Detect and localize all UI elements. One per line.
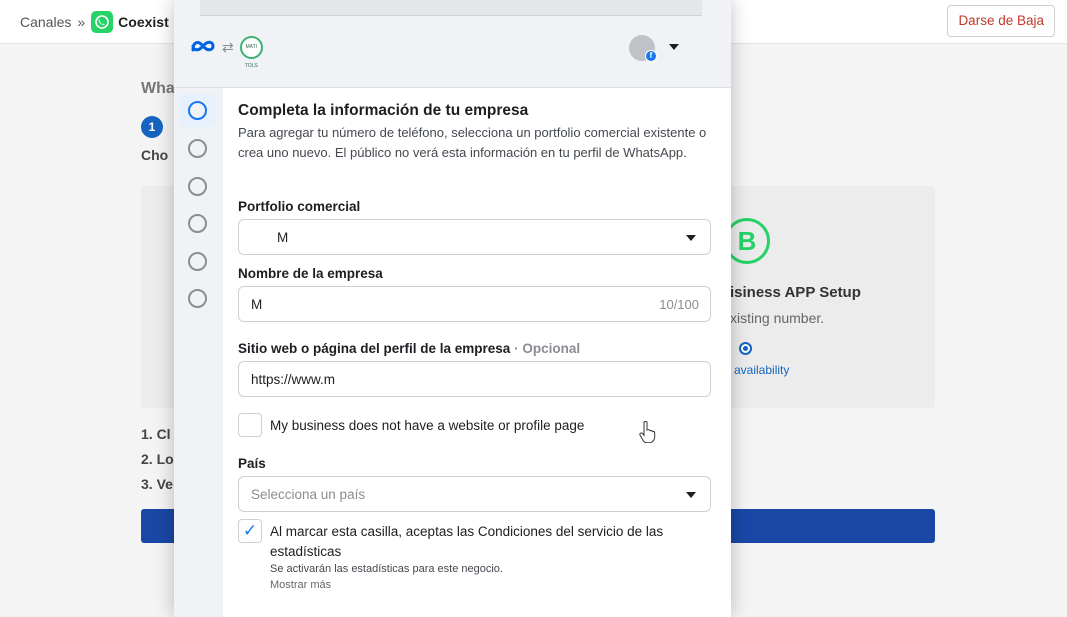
form-description: Para agregar tu número de teléfono, sele… [238, 125, 707, 160]
background-list-item: 1. Cl [141, 426, 171, 442]
setup-card-title: isiness APP Setup [730, 284, 861, 301]
country-label: País [238, 456, 266, 471]
breadcrumb-root[interactable]: Canales [20, 14, 71, 30]
step-indicator [188, 214, 207, 233]
step-indicator [188, 139, 207, 158]
business-brand-icon: MATI TOLS [239, 35, 263, 69]
step-indicator [188, 252, 207, 271]
step-indicator [188, 289, 207, 308]
step-indicator [188, 101, 207, 120]
website-label: Sitio web o página del perfil de la empr… [238, 341, 580, 356]
background-step-label: Cho [141, 147, 169, 163]
consent-checkbox[interactable]: ✓ [238, 519, 262, 543]
chevron-down-icon [686, 492, 696, 498]
setup-option-radio[interactable] [739, 342, 752, 355]
hand-cursor-icon [638, 421, 656, 444]
consent-subtext: Se activarán las estadísticas para este … [270, 563, 503, 575]
popup-topbar: ⇄ MATI TOLS f [174, 0, 731, 88]
account-switcher[interactable]: f [629, 35, 679, 62]
no-website-label[interactable]: My business does not have a website or p… [270, 418, 584, 433]
website-label-text: Sitio web o página del perfil de la empr… [238, 341, 511, 356]
breadcrumb-separator: » [77, 14, 86, 30]
form-title: Completa la información de tu empresa [238, 102, 529, 119]
setup-card-description: xisting number. [730, 310, 825, 326]
company-name-label: Nombre de la empresa [238, 266, 383, 281]
no-website-checkbox[interactable] [238, 413, 262, 437]
chevron-down-icon [686, 235, 696, 241]
background-step-badge: 1 [141, 116, 163, 138]
portfolio-select[interactable]: M [238, 219, 711, 255]
website-value: https://www.m [251, 372, 336, 387]
availability-link[interactable]: availability [734, 363, 789, 377]
unsubscribe-button[interactable]: Darse de Baja [947, 5, 1055, 37]
character-counter: 10/100 [659, 297, 699, 312]
whatsapp-icon [91, 11, 114, 33]
background-list-item: 2. Lo [141, 451, 174, 467]
show-more-link[interactable]: Mostrar más [270, 579, 331, 591]
checkmark-icon: ✓ [242, 521, 258, 540]
progress-stepper [174, 88, 223, 617]
portfolio-value: M [277, 230, 289, 245]
meta-logo-icon [190, 34, 216, 60]
country-placeholder: Selecciona un país [251, 487, 366, 502]
background-list-item: 3. Ve [141, 476, 173, 492]
sync-arrows-icon: ⇄ [222, 38, 234, 55]
popup-url-bar [200, 0, 702, 16]
company-name-value: M [251, 297, 263, 312]
step-indicator [188, 177, 207, 196]
breadcrumb: Canales » Coexist [20, 11, 169, 33]
consent-text: Al marcar esta casilla, aceptas las Cond… [270, 524, 664, 559]
breadcrumb-current: Coexist [118, 14, 169, 30]
website-input[interactable]: https://www.m [238, 361, 711, 397]
background-page-title: Wha [141, 80, 175, 97]
country-select[interactable]: Selecciona un país [238, 476, 711, 512]
company-name-input[interactable]: M 10/100 [238, 286, 711, 322]
chevron-down-icon [669, 44, 679, 50]
portfolio-label: Portfolio comercial [238, 199, 361, 214]
facebook-icon: f [645, 50, 657, 62]
popup-brand-row: ⇄ MATI TOLS [190, 34, 263, 69]
optional-tag: · Opcional [514, 341, 581, 356]
